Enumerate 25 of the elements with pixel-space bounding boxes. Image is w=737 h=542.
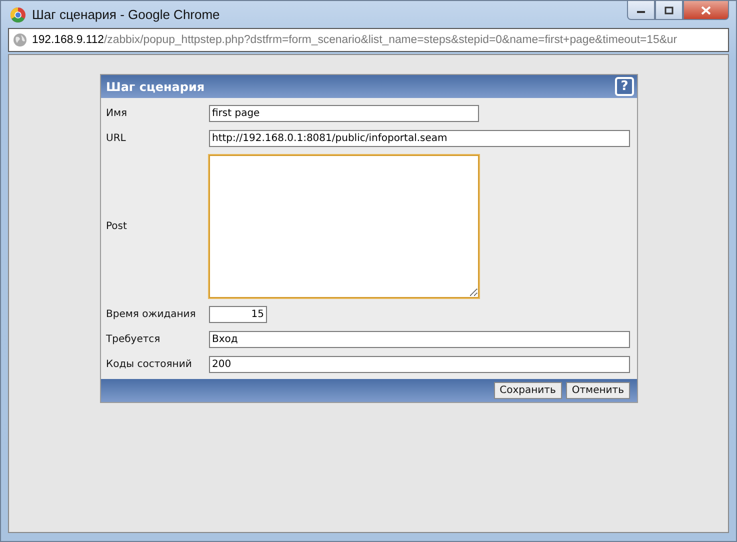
field-label: Post <box>106 221 128 232</box>
maximize-button[interactable] <box>655 1 683 20</box>
field-label: Коды состояний <box>106 359 193 370</box>
field-label: Требуется <box>106 334 162 345</box>
address-bar[interactable]: 192.168.9.112/zabbix/popup_httpstep.php?dstfrm=form_scenario&list_name=steps&stepid=0&name=first+page&timeout=15&ur <box>8 28 729 52</box>
form-button[interactable]: Сохранить <box>494 382 562 399</box>
close-icon <box>701 6 711 14</box>
minimize-button[interactable] <box>627 1 655 20</box>
close-button[interactable] <box>683 1 729 20</box>
field-label: Имя <box>106 108 128 119</box>
input-field[interactable]: http://192.168.0.1:8081/public/infoportal.seam <box>209 130 630 147</box>
field-label: Время ожидания <box>106 309 197 320</box>
globe-icon <box>13 33 27 47</box>
field-label: URL <box>106 133 127 144</box>
maximize-icon <box>664 6 674 14</box>
input-field[interactable]: Вход <box>209 331 630 348</box>
input-field[interactable]: 15 <box>209 306 267 323</box>
form-button[interactable]: Отменить <box>566 382 630 399</box>
browser-logo-icon <box>10 6 26 22</box>
help-button[interactable]: ? <box>615 77 634 96</box>
window-title: Шаг сценария - Google Chrome <box>32 7 221 22</box>
panel-title: Шаг сценария <box>106 80 205 94</box>
input-field[interactable]: 200 <box>209 356 630 373</box>
input-field[interactable]: first page <box>209 105 479 122</box>
url-text: 192.168.9.112/zabbix/popup_httpstep.php?dstfrm=form_scenario&list_name=steps&stepid=0&name=first+page&timeout=15&ur <box>32 34 678 46</box>
